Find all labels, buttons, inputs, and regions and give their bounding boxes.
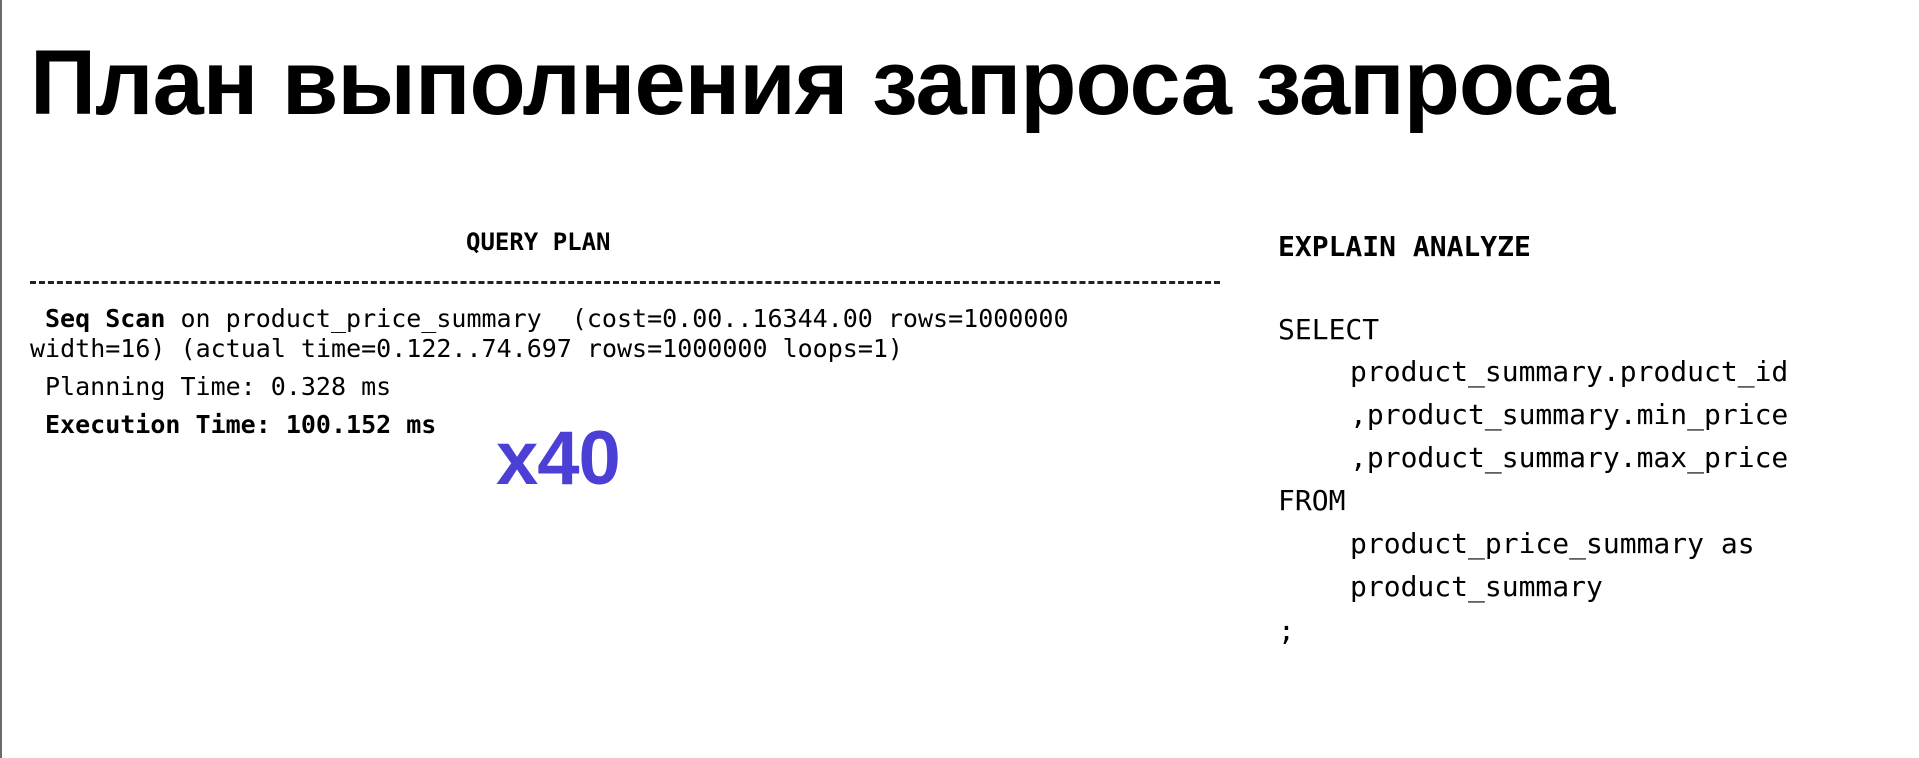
execution-time: Execution Time: 100.152 ms: [45, 410, 437, 439]
sql-header: EXPLAIN ANALYZE: [1278, 230, 1531, 263]
sql-line: product_price_summary as: [1350, 527, 1755, 560]
left-edge-border: [0, 0, 2, 758]
seq-scan-details: on product_price_summary (cost=0.00..163…: [165, 304, 1069, 333]
plan-line-seq-scan: Seq Scan on product_price_summary (cost=…: [45, 304, 1069, 334]
seq-scan-label: Seq Scan: [45, 304, 166, 333]
plan-line-actual-time: width=16) (actual time=0.122..74.697 row…: [30, 334, 903, 363]
query-plan-divider: [30, 281, 1220, 284]
query-plan-header: QUERY PLAN: [466, 228, 611, 256]
sql-line: ,product_summary.min_price: [1350, 398, 1789, 431]
sql-line: ,product_summary.max_price: [1350, 441, 1789, 474]
planning-time: Planning Time: 0.328 ms: [45, 372, 392, 401]
speedup-badge: x40: [496, 416, 621, 501]
sql-line: SELECT: [1278, 313, 1380, 346]
sql-line: product_summary: [1350, 570, 1603, 603]
slide-title: План выполнения запроса запроса: [30, 32, 1615, 134]
sql-line: product_summary.product_id: [1350, 355, 1789, 388]
sql-line: FROM: [1278, 484, 1346, 517]
sql-line: ;: [1278, 614, 1295, 647]
